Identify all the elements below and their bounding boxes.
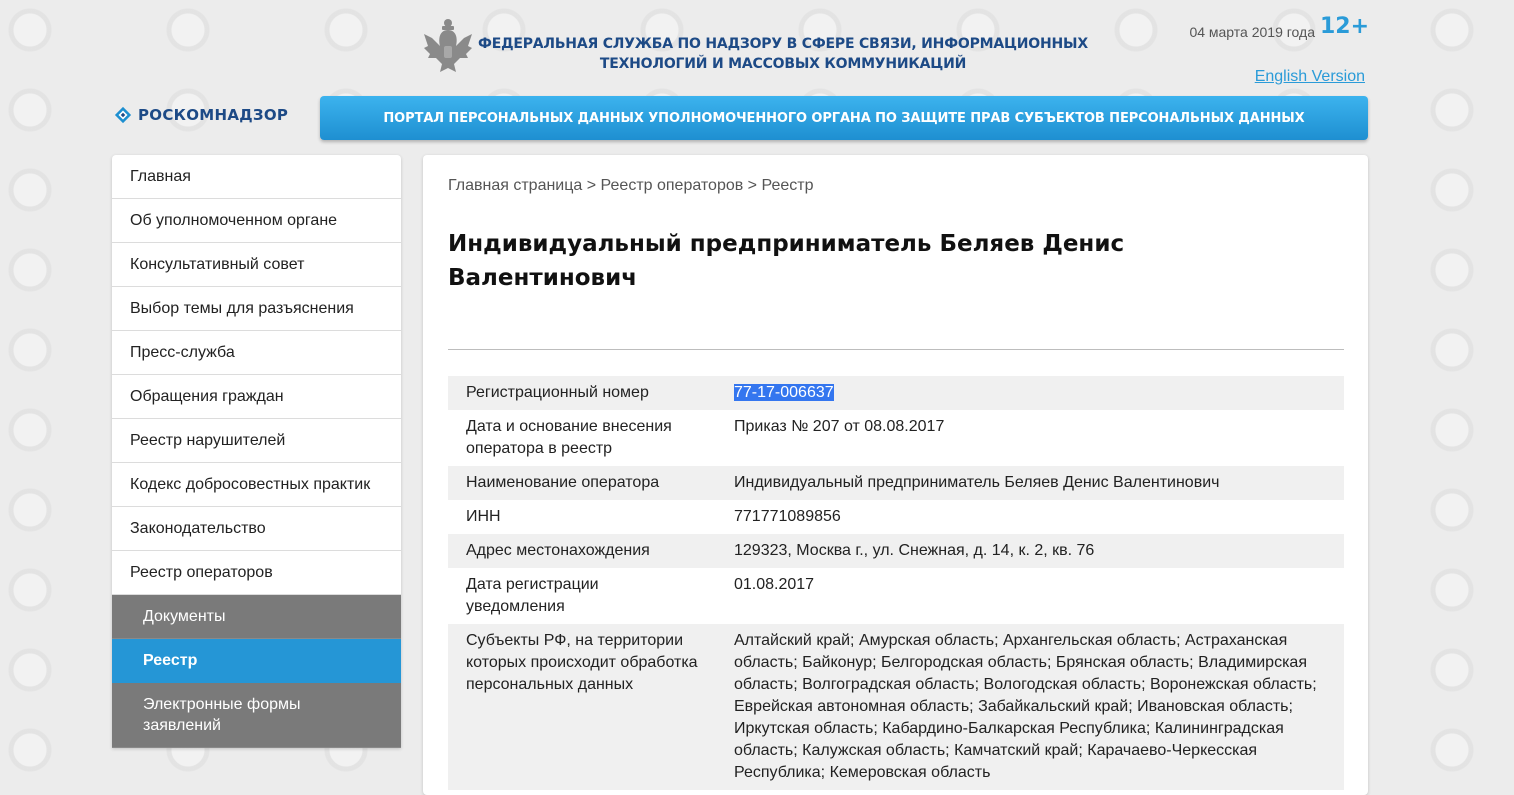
registration-number-value[interactable]: 77-17-006637 — [734, 384, 834, 401]
breadcrumb: Главная страница > Реестр операторов > Р… — [448, 177, 813, 195]
sidebar-item-home[interactable]: Главная — [112, 155, 401, 199]
detail-label: Адрес местонахождения — [466, 542, 650, 559]
breadcrumb-home-link[interactable]: Главная страница — [448, 177, 582, 194]
portal-banner: ПОРТАЛ ПЕРСОНАЛЬНЫХ ДАННЫХ УПОЛНОМОЧЕННО… — [320, 96, 1368, 140]
page-title: Индивидуальный предприниматель Беляев Де… — [448, 231, 1125, 291]
detail-label: ИНН — [466, 508, 501, 525]
table-row: Наименование оператора Индивидуальный пр… — [448, 466, 1344, 500]
current-date: 04 марта 2019 года — [1189, 24, 1315, 40]
agency-title: ФЕДЕРАЛЬНАЯ СЛУЖБА ПО НАДЗОРУ В СФЕРЕ СВ… — [478, 36, 1088, 72]
sidebar-item-code-of-practice[interactable]: Кодекс добросовестных практик — [112, 463, 401, 507]
table-row: Дата регистрации уведомления 01.08.2017 — [448, 568, 1344, 624]
detail-label: Регистрационный номер — [466, 384, 649, 401]
detail-value: Алтайский край; Амурская область; Арханг… — [734, 632, 1317, 781]
logo-text: РОСКОМНАДЗОР — [138, 106, 289, 124]
coat-of-arms-icon — [424, 19, 472, 72]
detail-label: Дата регистрации уведомления — [466, 576, 599, 615]
detail-value: 771771089856 — [734, 508, 841, 525]
breadcrumb-operators-registry-link[interactable]: Реестр операторов — [601, 177, 744, 194]
detail-value: 129323, Москва г., ул. Снежная, д. 14, к… — [734, 542, 1095, 559]
rkn-diamond-icon — [114, 106, 132, 124]
sidebar-subitem-electronic-forms[interactable]: Электронные формы заявлений — [112, 683, 401, 748]
sidebar-item-about-authority[interactable]: Об уполномоченном органе — [112, 199, 401, 243]
breadcrumb-separator: > — [582, 177, 601, 194]
detail-value: 77-17-006637 — [716, 376, 1344, 410]
sidebar-subitem-registry[interactable]: Реестр — [112, 639, 401, 683]
detail-label: Дата и основание внесения оператора в ре… — [466, 418, 672, 457]
sidebar-item-operators-registry[interactable]: Реестр операторов — [112, 551, 401, 595]
table-row: ИНН 771771089856 — [448, 500, 1344, 534]
sidebar-item-clarification-topic[interactable]: Выбор темы для разъяснения — [112, 287, 401, 331]
divider — [448, 349, 1344, 350]
sidebar-item-citizen-appeals[interactable]: Обращения граждан — [112, 375, 401, 419]
sidebar-item-violators-registry[interactable]: Реестр нарушителей — [112, 419, 401, 463]
detail-value: 01.08.2017 — [734, 576, 815, 593]
table-row: Субъекты РФ, на территории которых проис… — [448, 624, 1344, 790]
sidebar-subitem-documents[interactable]: Документы — [112, 595, 401, 639]
table-row: Дата и основание внесения оператора в ре… — [448, 410, 1344, 466]
detail-label: Субъекты РФ, на территории которых проис… — [466, 632, 698, 693]
sidebar-item-press-service[interactable]: Пресс-служба — [112, 331, 401, 375]
sidebar-item-legislation[interactable]: Законодательство — [112, 507, 401, 551]
sidebar-nav: Главная Об уполномоченном органе Консуль… — [112, 155, 401, 748]
table-row: Адрес местонахождения 129323, Москва г.,… — [448, 534, 1344, 568]
detail-label: Наименование оператора — [466, 474, 660, 491]
detail-value: Приказ № 207 от 08.08.2017 — [734, 418, 945, 435]
roskomnadzor-logo[interactable]: РОСКОМНАДЗОР — [114, 106, 288, 124]
english-version-link[interactable]: English Version — [1200, 68, 1365, 86]
main-content: Главная страница > Реестр операторов > Р… — [423, 155, 1368, 795]
breadcrumb-current: Реестр — [761, 177, 814, 194]
portal-banner-text: ПОРТАЛ ПЕРСОНАЛЬНЫХ ДАННЫХ УПОЛНОМОЧЕННО… — [383, 110, 1305, 126]
breadcrumb-separator: > — [743, 177, 762, 194]
age-rating-badge: 12+ — [1320, 14, 1370, 39]
operator-details-table: Регистрационный номер 77-17-006637 Дата … — [448, 376, 1344, 790]
sidebar-item-advisory-council[interactable]: Консультативный совет — [112, 243, 401, 287]
detail-value: Индивидуальный предприниматель Беляев Де… — [734, 474, 1220, 491]
table-row: Регистрационный номер 77-17-006637 — [448, 376, 1344, 410]
